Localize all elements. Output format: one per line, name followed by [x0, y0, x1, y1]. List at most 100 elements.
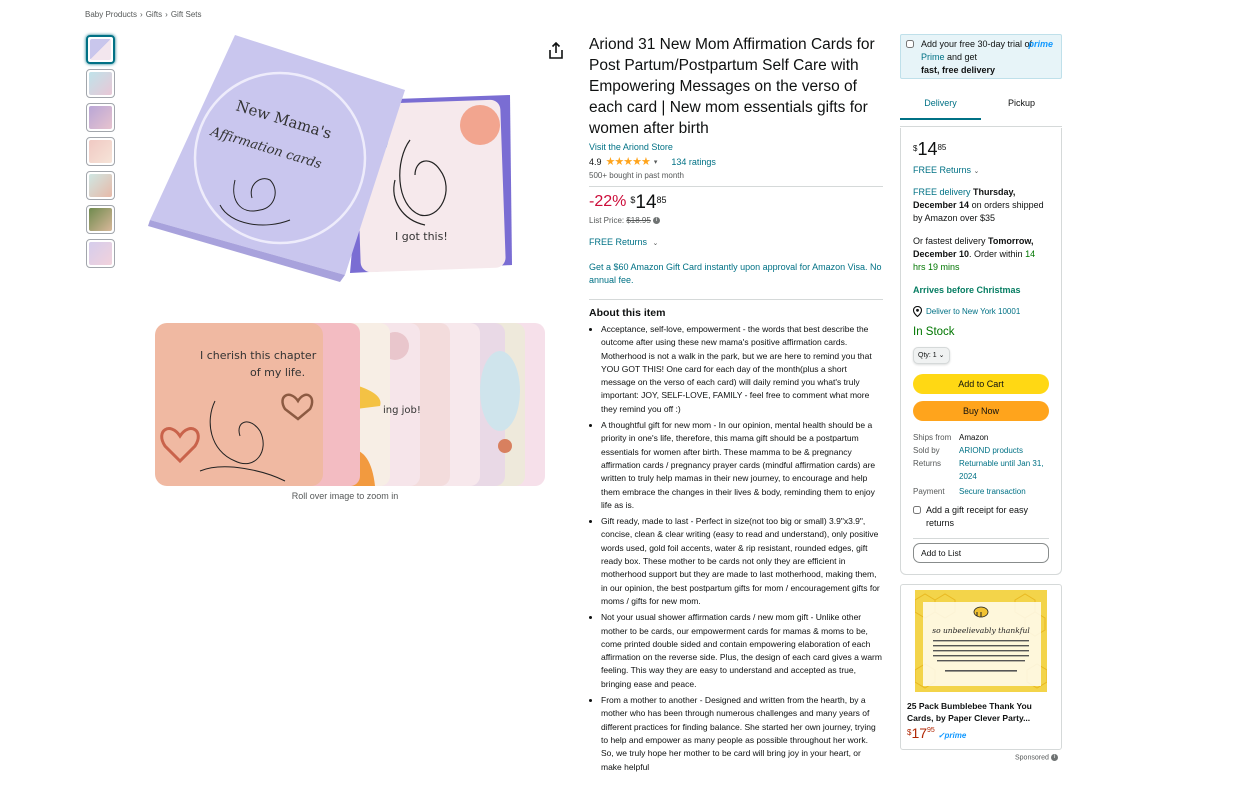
- free-returns-label: FREE Returns: [589, 237, 648, 247]
- quantity-select[interactable]: Qty: 1 ⌄: [913, 347, 950, 364]
- breadcrumb-separator: ›: [140, 10, 143, 19]
- fastest-pre: Or fastest delivery: [913, 236, 986, 246]
- about-bullets: Acceptance, self-love, empowerment - the…: [589, 323, 883, 774]
- discount-badge: -22%: [589, 193, 627, 210]
- sponsored-ad-card[interactable]: so unbeelievably thankful 25 Pack Bumble…: [900, 584, 1062, 750]
- thumbnail-7[interactable]: [86, 239, 115, 268]
- thumbnail-3[interactable]: [86, 103, 115, 132]
- price-whole: 14: [635, 192, 657, 213]
- breadcrumb-item-gifts[interactable]: Gifts: [146, 10, 162, 19]
- list-item: Not your usual shower affirmation cards …: [601, 611, 883, 691]
- product-info: Ariond 31 New Mom Affirmation Cards for …: [589, 34, 883, 777]
- info-icon[interactable]: i: [1050, 754, 1058, 761]
- sponsored-label: Sponsored i: [1015, 754, 1058, 761]
- ad-title-link[interactable]: 25 Pack Bumblebee Thank You Cards, by Pa…: [907, 700, 1055, 724]
- divider: [913, 538, 1049, 539]
- prime-logo-icon: prime: [1028, 39, 1053, 49]
- thumbnail-4[interactable]: [86, 137, 115, 166]
- thumbnail-strip: [86, 35, 116, 273]
- chevron-down-icon: ⌄: [652, 240, 659, 247]
- payment-label: Payment: [913, 487, 945, 496]
- thumbnail-6[interactable]: [86, 205, 115, 234]
- breadcrumb-item-gift-sets[interactable]: Gift Sets: [171, 10, 202, 19]
- product-collage-image[interactable]: I cherish this chapter of my life. ing j…: [155, 321, 547, 488]
- sold-by-label: Sold by: [913, 446, 940, 455]
- seller-info-table: Ships from Amazon Sold by ARIOND product…: [913, 431, 1049, 498]
- chevron-down-icon[interactable]: ▾: [654, 158, 658, 166]
- deliver-to-text: Deliver to New York 10001: [926, 307, 1021, 316]
- prime-badge-icon: ✓prime: [937, 731, 967, 740]
- prime-word: Prime: [921, 52, 945, 62]
- info-row-sold-by: Sold by ARIOND products: [913, 444, 1049, 457]
- product-main-image[interactable]: I got this! New Mama's Affirmation cards: [140, 30, 520, 285]
- price-whole: 17: [911, 725, 928, 741]
- stock-status: In Stock: [913, 326, 955, 338]
- add-to-list-button[interactable]: Add to List: [913, 543, 1049, 563]
- ad-card-title: so unbeelievably thankful: [932, 626, 1030, 635]
- returns-link[interactable]: Returnable until Jan 31, 2024: [959, 457, 1049, 483]
- info-icon[interactable]: i: [653, 217, 661, 225]
- add-to-cart-button[interactable]: Add to Cart: [913, 374, 1049, 394]
- price-fraction: 85: [656, 195, 667, 205]
- price-row: -22% $ 14 85: [589, 193, 883, 213]
- thumbnail-5[interactable]: [86, 171, 115, 200]
- star-rating-icon[interactable]: ★★★★★: [606, 155, 651, 168]
- location-pin-icon: [913, 306, 922, 317]
- ratings-count-link[interactable]: 134 ratings: [671, 157, 716, 167]
- thumbnail-1[interactable]: [86, 35, 115, 64]
- prime-trial-banner: Add your free 30-day trial of Prime and …: [900, 34, 1062, 79]
- arrives-before-christmas: Arrives before Christmas: [913, 285, 1021, 295]
- payment-link[interactable]: Secure transaction: [959, 485, 1049, 498]
- gift-receipt-option: Add a gift receipt for easy returns: [913, 504, 1049, 530]
- chevron-down-icon: ⌄: [938, 352, 945, 359]
- list-price-label: List Price:: [589, 216, 625, 225]
- info-row-payment: Payment Secure transaction: [913, 485, 1049, 498]
- ad-product-image[interactable]: so unbeelievably thankful: [915, 590, 1047, 692]
- returns-label: Returns: [913, 459, 942, 468]
- rating-value: 4.9: [589, 156, 602, 167]
- price-fraction: 85: [937, 143, 947, 152]
- tab-delivery[interactable]: Delivery: [900, 98, 981, 120]
- tab-pickup[interactable]: Pickup: [981, 98, 1062, 120]
- list-item: From a mother to another - Designed and …: [601, 694, 883, 774]
- zoom-hint: Roll over image to zoom in: [291, 491, 399, 501]
- prime-banner-bold: fast, free delivery: [921, 65, 996, 75]
- ships-from-value: Amazon: [959, 433, 989, 442]
- delivery-info: FREE delivery Thursday, December 14 on o…: [913, 186, 1049, 225]
- store-link[interactable]: Visit the Ariond Store: [589, 142, 883, 152]
- gift-card-offer-link[interactable]: Get a $60 Amazon Gift Card instantly upo…: [589, 261, 883, 287]
- breadcrumb-item-baby-products[interactable]: Baby Products: [85, 10, 137, 19]
- free-delivery-link[interactable]: FREE delivery: [913, 187, 971, 197]
- free-returns-link[interactable]: FREE Returns ⌄: [589, 237, 883, 247]
- price-whole: 14: [917, 139, 938, 159]
- gift-receipt-checkbox[interactable]: [913, 506, 921, 514]
- price-fraction: 95: [927, 727, 935, 734]
- breadcrumb-separator: ›: [165, 10, 168, 19]
- prime-banner-text: Add your free 30-day trial of: [921, 39, 1033, 49]
- price: $ 14 85: [630, 193, 666, 213]
- sponsored-text: Sponsored: [1015, 754, 1049, 762]
- share-icon[interactable]: [548, 42, 564, 60]
- gift-receipt-label: Add a gift receipt for easy returns: [926, 505, 1029, 528]
- list-item: Acceptance, self-love, empowerment - the…: [601, 323, 883, 416]
- list-price-value: $18.95: [626, 216, 651, 225]
- free-returns-label: FREE Returns: [913, 165, 972, 175]
- bought-count: 500+ bought in past month: [589, 171, 684, 180]
- info-row-ships-from: Ships from Amazon: [913, 431, 1049, 444]
- rating-row: 4.9 ★★★★★ ▾ 134 ratings: [589, 155, 883, 168]
- fulfillment-tabs: Delivery Pickup: [900, 98, 1062, 120]
- buybox-free-returns-link[interactable]: FREE Returns ⌄: [913, 164, 1049, 178]
- prime-banner-text-post: and get: [944, 52, 978, 62]
- divider: [589, 299, 883, 300]
- thumbnail-2[interactable]: [86, 69, 115, 98]
- buy-now-button[interactable]: Buy Now: [913, 401, 1049, 421]
- list-price: List Price: $18.95 i: [589, 216, 883, 225]
- card-text: I got this!: [395, 230, 448, 243]
- breadcrumb: Baby Products › Gifts › Gift Sets: [85, 10, 202, 19]
- fastest-mid: . Order within: [969, 249, 1023, 259]
- buy-box: $ 14 85 FREE Returns ⌄ FREE delivery Thu…: [900, 128, 1062, 575]
- deliver-to-link[interactable]: Deliver to New York 10001: [913, 305, 1049, 318]
- sold-by-link[interactable]: ARIOND products: [959, 444, 1049, 457]
- tab-divider: [900, 126, 1062, 127]
- prime-trial-checkbox[interactable]: [906, 40, 914, 48]
